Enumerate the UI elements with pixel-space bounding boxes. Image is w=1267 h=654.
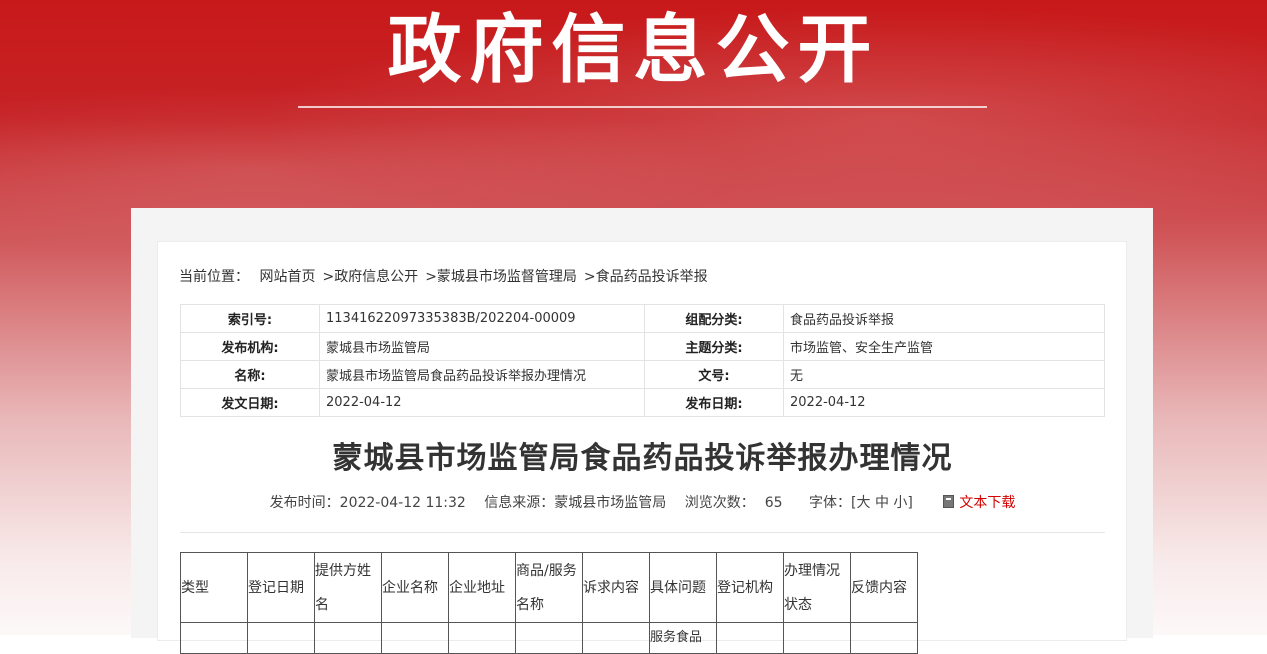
meta-value: 蒙城县市场监管局: [319, 332, 645, 361]
meta-label: 发布日期:: [644, 388, 784, 417]
meta-value: 11341622097335383B/202204-00009: [319, 304, 645, 333]
table-row: 服务食品: [180, 622, 918, 654]
font-size-label: 字体：: [809, 495, 852, 511]
table-cell: [783, 622, 851, 654]
table-header-cell: 商品/服务名称: [515, 552, 583, 623]
meta-value: 2022-04-12: [319, 388, 645, 417]
table-header-cell: 具体问题: [649, 552, 717, 623]
banner-divider: [298, 106, 987, 108]
meta-label: 文号:: [644, 360, 784, 389]
source-label: 信息来源：: [484, 495, 555, 511]
meta-label: 索引号:: [180, 304, 320, 333]
meta-row: 发布机构: 蒙城县市场监管局 主题分类: 市场监管、安全生产监管: [180, 332, 1105, 361]
table-header-cell: 企业名称: [381, 552, 449, 623]
table-header-cell: 登记机构: [716, 552, 784, 623]
table-cell: [515, 622, 583, 654]
table-header-row: 类型 登记日期 提供方姓名 企业名称 企业地址 商品/服务名称 诉求内容 具体问…: [180, 552, 918, 623]
table-cell: [850, 622, 918, 654]
breadcrumb-separator: >: [583, 269, 596, 285]
table-cell: [314, 622, 382, 654]
complaint-data-table: 类型 登记日期 提供方姓名 企业名称 企业地址 商品/服务名称 诉求内容 具体问…: [180, 552, 918, 654]
breadcrumb-prefix: 当前位置：: [179, 269, 249, 285]
meta-label: 组配分类:: [644, 304, 784, 333]
meta-value: 市场监管、安全生产监管: [783, 332, 1105, 361]
breadcrumb-current[interactable]: 食品药品投诉举报: [596, 269, 708, 285]
document-icon: [943, 495, 955, 508]
table-cell: 服务食品: [649, 622, 717, 654]
meta-row: 索引号: 11341622097335383B/202204-00009 组配分…: [180, 304, 1105, 333]
table-cell: [180, 622, 248, 654]
table-cell: [716, 622, 784, 654]
meta-label: 主题分类:: [644, 332, 784, 361]
source-value: 蒙城县市场监管局: [554, 495, 667, 511]
meta-row: 名称: 蒙城县市场监管局食品药品投诉举报办理情况 文号: 无: [180, 360, 1105, 389]
breadcrumb-separator: >: [322, 269, 335, 285]
meta-label: 名称:: [180, 360, 320, 389]
table-header-cell: 类型: [180, 552, 248, 623]
breadcrumb-home[interactable]: 网站首页: [259, 269, 315, 285]
content-divider: [180, 532, 1105, 533]
download-text-link[interactable]: 文本下载: [943, 495, 1015, 511]
table-header-cell: 登记日期: [247, 552, 315, 623]
article-title: 蒙城县市场监管局食品药品投诉举报办理情况: [332, 441, 953, 476]
meta-row: 发文日期: 2022-04-12 发布日期: 2022-04-12: [180, 388, 1105, 417]
publish-time: 2022-04-12 11:32: [339, 495, 466, 511]
table-header-cell: 反馈内容: [850, 552, 918, 623]
font-small-button[interactable]: 小: [893, 495, 907, 511]
table-cell: [448, 622, 516, 654]
document-meta-table: 索引号: 11341622097335383B/202204-00009 组配分…: [180, 304, 1105, 417]
breadcrumb-bureau[interactable]: 蒙城县市场监督管理局: [437, 269, 577, 285]
table-cell: [582, 622, 650, 654]
meta-label: 发布机构:: [180, 332, 320, 361]
views-label: 浏览次数：: [684, 495, 755, 511]
table-header-cell: 办理情况状态: [783, 552, 851, 623]
table-header-cell: 诉求内容: [582, 552, 650, 623]
views-count: 65: [764, 495, 783, 511]
breadcrumb: 当前位置： 网站首页 >政府信息公开 >蒙城县市场监督管理局 >食品药品投诉举报: [179, 266, 708, 286]
table-header-cell: 提供方姓名: [314, 552, 382, 623]
meta-value: 2022-04-12: [783, 388, 1105, 417]
publish-time-label: 发布时间：: [269, 495, 340, 511]
breadcrumb-separator: >: [425, 269, 437, 285]
table-cell-text: 服务食品: [650, 630, 703, 645]
article-info-bar: 发布时间：2022-04-12 11:32 信息来源：蒙城县市场监管局 浏览次数…: [180, 492, 1105, 512]
font-medium-button[interactable]: 中: [875, 495, 889, 511]
banner-title: 政府信息公开: [387, 7, 880, 93]
table-cell: [381, 622, 449, 654]
meta-label: 发文日期:: [180, 388, 320, 417]
meta-value: 无: [783, 360, 1105, 389]
table-header-cell: 企业地址: [448, 552, 516, 623]
font-large-button[interactable]: 大: [857, 495, 871, 511]
breadcrumb-gov-info[interactable]: 政府信息公开: [334, 269, 418, 285]
meta-value: 食品药品投诉举报: [783, 304, 1105, 333]
font-bracket: ]: [907, 495, 913, 511]
meta-value: 蒙城县市场监管局食品药品投诉举报办理情况: [319, 360, 645, 389]
table-cell: [247, 622, 315, 654]
download-label: 文本下载: [959, 495, 1016, 511]
